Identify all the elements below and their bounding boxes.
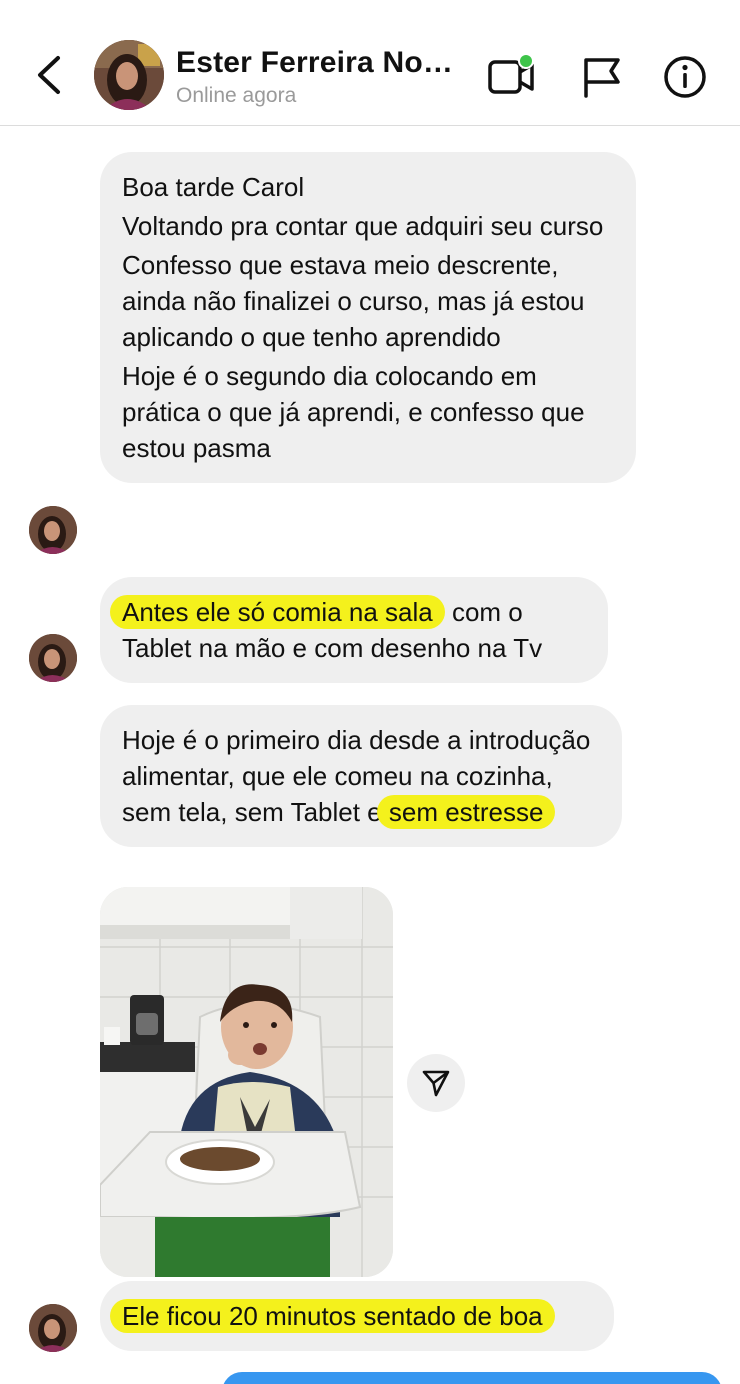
video-camera-icon — [488, 53, 534, 94]
message-bubble[interactable]: Ele ficou 20 minutos sentado de boa — [100, 1281, 614, 1351]
send-icon — [422, 1070, 450, 1097]
shared-photo[interactable] — [100, 887, 393, 1277]
message-text: Voltando pra contar que adquiri seu curs… — [122, 211, 604, 241]
highlighted-text: Antes ele só comia na sala — [110, 595, 445, 629]
contact-avatar[interactable] — [94, 40, 164, 110]
flag-icon — [584, 58, 620, 98]
sender-avatar[interactable] — [29, 506, 77, 554]
share-button[interactable] — [407, 1054, 465, 1112]
chat-screen: Ester Ferreira Nog... Online agora Boa t… — [0, 0, 740, 1384]
online-status: Online agora — [176, 84, 297, 107]
message-bubble[interactable]: Antes ele só comia na sala com o Tablet … — [100, 577, 608, 683]
video-call-button[interactable] — [486, 52, 536, 102]
contact-name[interactable]: Ester Ferreira Nog... — [176, 46, 466, 80]
highlighted-text: sem estresse — [376, 795, 556, 829]
sender-avatar[interactable] — [29, 1304, 77, 1352]
message-bubble[interactable]: Hoje é o primeiro dia desde a introdução… — [100, 705, 622, 847]
chat-header: Ester Ferreira Nog... Online agora — [0, 0, 740, 126]
chevron-left-icon — [38, 56, 60, 94]
sender-avatar[interactable] — [29, 634, 77, 682]
report-button[interactable] — [578, 52, 628, 102]
message-text: Hoje é o segundo dia colocando em prátic… — [122, 361, 585, 463]
info-button[interactable] — [660, 52, 710, 102]
info-icon — [664, 56, 706, 98]
back-button[interactable] — [30, 50, 70, 100]
outgoing-message-bubble[interactable] — [222, 1372, 722, 1384]
highlighted-text: Ele ficou 20 minutos sentado de boa — [110, 1299, 555, 1333]
message-bubble[interactable]: Boa tarde Carol Voltando pra contar que … — [100, 152, 636, 483]
message-text: Confesso que estava meio descrente, aind… — [122, 250, 585, 352]
message-text: Boa tarde Carol — [122, 172, 305, 202]
